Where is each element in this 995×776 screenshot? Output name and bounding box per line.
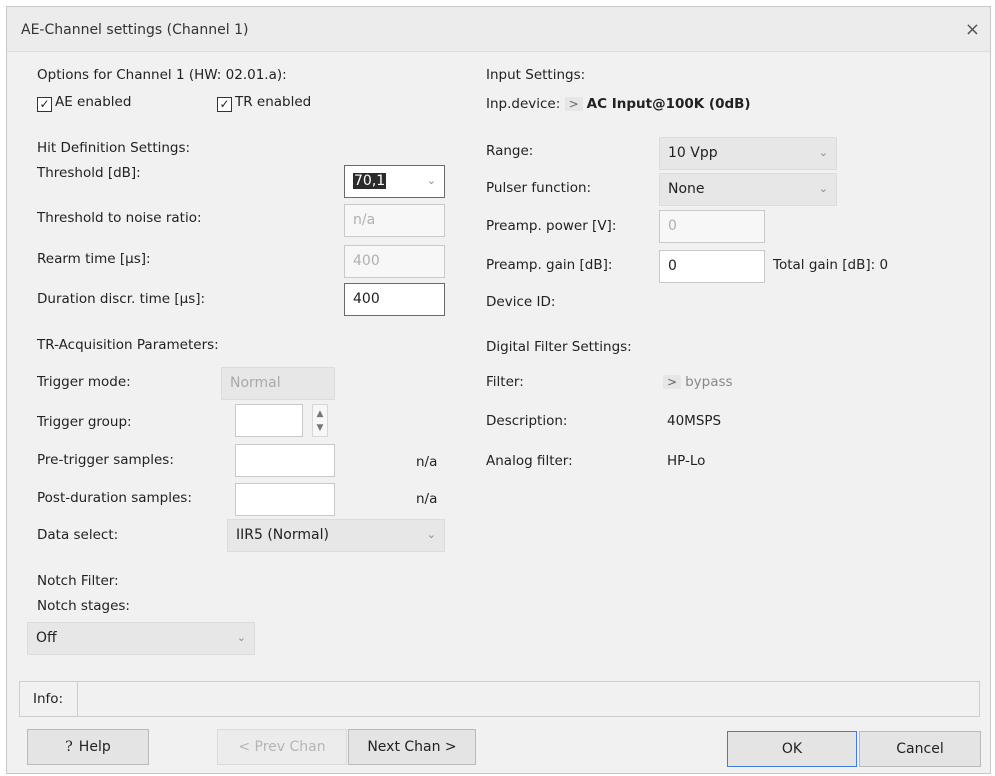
- data-select-combo[interactable]: IIR5 (Normal) ⌄: [227, 519, 445, 552]
- noise-ratio-label: Threshold to noise ratio:: [37, 210, 202, 226]
- filter-label: Filter:: [486, 374, 524, 390]
- trigger-group-label: Trigger group:: [37, 414, 132, 430]
- pretrigger-field[interactable]: [235, 444, 335, 477]
- info-label: Info:: [33, 691, 64, 707]
- input-device-value: AC Input@100K (0dB): [586, 96, 751, 112]
- rearm-time-field: 400: [344, 245, 445, 278]
- threshold-combo[interactable]: 70,1 ⌄: [344, 165, 445, 198]
- device-expand-icon[interactable]: >: [564, 97, 583, 111]
- pulser-value: None: [668, 181, 705, 197]
- spin-down-icon: ▼: [316, 423, 324, 433]
- pretrigger-unit: n/a: [416, 454, 438, 470]
- chevron-down-icon: ⌄: [236, 631, 246, 644]
- tr-enabled-label: TR enabled: [235, 94, 312, 110]
- pulser-label: Pulser function:: [486, 180, 592, 196]
- tr-enabled-checkbox[interactable]: ✓ TR enabled: [217, 94, 311, 112]
- hit-definition-heading: Hit Definition Settings:: [37, 140, 191, 156]
- chevron-down-icon: ⌄: [426, 528, 436, 541]
- chevron-down-icon: ⌄: [818, 182, 828, 195]
- trigger-mode-combo: Normal: [221, 367, 335, 400]
- description-label: Description:: [486, 413, 568, 429]
- range-value: 10 Vpp: [668, 145, 718, 161]
- threshold-value: 70,1: [353, 173, 387, 189]
- tr-check-icon: ✓: [217, 97, 232, 112]
- postduration-label: Post-duration samples:: [37, 490, 192, 506]
- help-button[interactable]: ? Help: [27, 729, 149, 765]
- pulser-combo[interactable]: None ⌄: [659, 173, 837, 206]
- range-label: Range:: [486, 143, 534, 159]
- options-heading: Options for Channel 1 (HW: 02.01.a):: [37, 67, 287, 83]
- close-icon[interactable]: ×: [965, 19, 980, 40]
- duration-label: Duration discr. time [µs]:: [37, 291, 206, 307]
- notch-stages-combo[interactable]: Off ⌄: [27, 622, 255, 655]
- title-bar: AE-Channel settings (Channel 1) ×: [7, 7, 990, 52]
- total-gain-label: Total gain [dB]: 0: [773, 257, 889, 273]
- info-divider: [77, 682, 78, 716]
- trigger-group-field[interactable]: [235, 404, 303, 437]
- chevron-down-icon: ⌄: [426, 174, 436, 187]
- tr-acquisition-heading: TR-Acquisition Parameters:: [37, 337, 219, 353]
- range-combo[interactable]: 10 Vpp ⌄: [659, 137, 837, 170]
- preamp-gain-label: Preamp. gain [dB]:: [486, 257, 613, 273]
- help-icon: ?: [65, 739, 73, 755]
- trigger-mode-label: Trigger mode:: [37, 374, 131, 390]
- filter-expand-icon[interactable]: >: [663, 375, 682, 389]
- data-select-value: IIR5 (Normal): [236, 527, 329, 543]
- chevron-down-icon: ⌄: [818, 146, 828, 159]
- window-title: AE-Channel settings (Channel 1): [21, 22, 249, 38]
- preamp-power-field: 0: [659, 210, 765, 243]
- ae-check-icon: ✓: [37, 97, 52, 112]
- device-id-label: Device ID:: [486, 294, 556, 310]
- data-select-label: Data select:: [37, 527, 119, 543]
- preamp-gain-field[interactable]: 0: [659, 250, 765, 283]
- channel-settings-dialog: AE-Channel settings (Channel 1) × Option…: [6, 6, 991, 774]
- notch-heading: Notch Filter:: [37, 573, 119, 589]
- trigger-group-spinner[interactable]: ▲ ▼: [312, 404, 328, 437]
- info-panel: Info:: [19, 681, 980, 717]
- notch-stages-label: Notch stages:: [37, 598, 130, 614]
- ae-enabled-label: AE enabled: [55, 94, 132, 110]
- postduration-unit: n/a: [416, 491, 438, 507]
- duration-time-field[interactable]: 400: [344, 283, 445, 316]
- ok-button[interactable]: OK: [727, 731, 857, 767]
- help-button-label: Help: [78, 739, 111, 755]
- analog-filter-label: Analog filter:: [486, 453, 573, 469]
- next-chan-button[interactable]: Next Chan >: [348, 729, 476, 765]
- pretrigger-label: Pre-trigger samples:: [37, 452, 174, 468]
- notch-stages-value: Off: [36, 630, 57, 646]
- noise-ratio-field: n/a: [344, 204, 445, 237]
- postduration-field[interactable]: [235, 483, 335, 516]
- analog-filter-value: HP-Lo: [667, 453, 706, 469]
- spin-up-icon: ▲: [316, 409, 324, 419]
- input-settings-heading: Input Settings:: [486, 67, 586, 83]
- digital-filter-heading: Digital Filter Settings:: [486, 339, 632, 355]
- preamp-power-label: Preamp. power [V]:: [486, 218, 617, 234]
- filter-row: > bypass: [663, 374, 733, 390]
- filter-value: bypass: [685, 374, 733, 390]
- cancel-button[interactable]: Cancel: [859, 731, 981, 767]
- input-device-label: Inp.device:: [486, 96, 561, 112]
- threshold-label: Threshold [dB]:: [37, 165, 141, 181]
- input-device-row: Inp.device: > AC Input@100K (0dB): [486, 96, 751, 112]
- prev-chan-button[interactable]: < Prev Chan: [217, 729, 347, 765]
- ae-enabled-checkbox[interactable]: ✓ AE enabled: [37, 94, 131, 112]
- description-value: 40MSPS: [667, 413, 722, 429]
- rearm-label: Rearm time [µs]:: [37, 251, 151, 267]
